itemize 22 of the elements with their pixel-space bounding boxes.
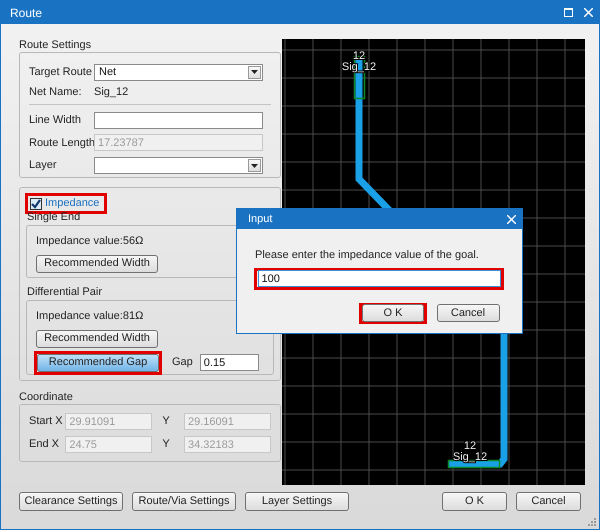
- label: Route Length: [29, 136, 94, 151]
- group-title: Differential Pair: [27, 286, 102, 298]
- label: Net Name:: [29, 84, 83, 100]
- dialog-message: Please enter the impedance value of the goal.: [255, 248, 479, 263]
- net-name-value: Sig_12: [94, 84, 128, 100]
- label: Start X: [29, 414, 64, 430]
- label: End X: [29, 437, 60, 452]
- net-label: Sig_12: [452, 451, 488, 463]
- label: Target Route: [29, 65, 93, 80]
- pad-number: 12: [464, 440, 476, 452]
- label: Line Width: [29, 112, 82, 128]
- label: Impedance value:81Ω: [36, 309, 144, 324]
- group-title: Single End: [27, 211, 80, 223]
- group-title: Coordinate: [19, 391, 73, 404]
- label: Layer: [29, 158, 58, 174]
- dialog-title: Input: [248, 212, 274, 227]
- label: Gap: [172, 355, 193, 370]
- label: Y: [162, 414, 171, 430]
- label: Impedance value:56Ω: [36, 234, 144, 249]
- label: Y: [162, 437, 171, 452]
- group-title: Route Settings: [19, 39, 92, 52]
- window-title: Route: [10, 4, 44, 22]
